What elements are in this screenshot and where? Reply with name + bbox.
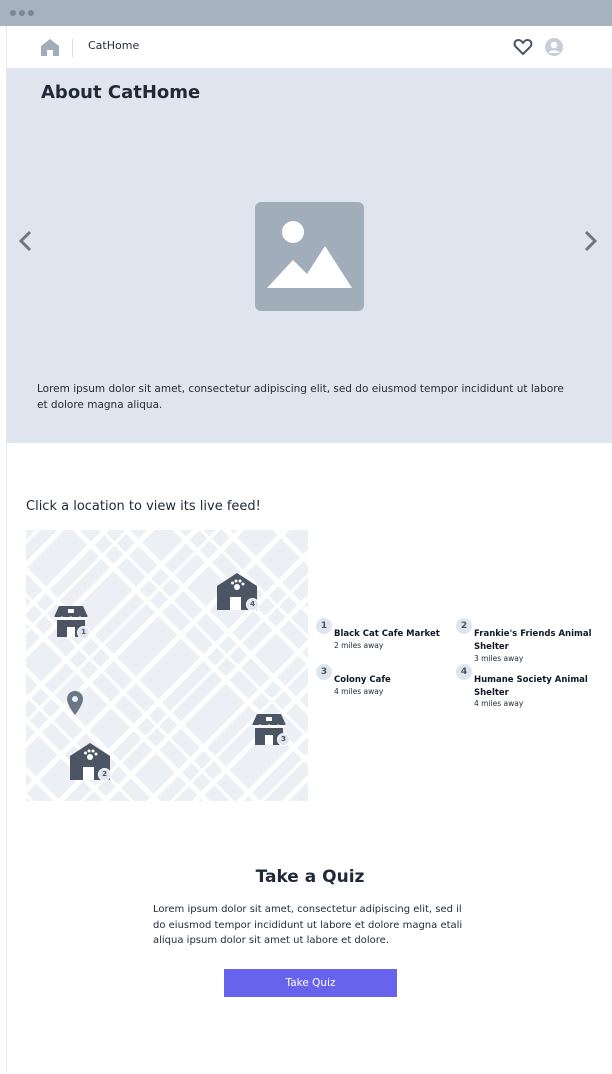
map-heading: Click a location to view its live feed!	[26, 499, 261, 514]
page: CatHome About CatHome Lorem ipsum dolor …	[6, 26, 612, 1072]
browser-window-bar	[0, 0, 612, 26]
marker-number-badge: 4	[246, 598, 259, 611]
about-description: Lorem ipsum dolor sit amet, consectetur …	[37, 383, 564, 411]
map-marker-4[interactable]: 4	[216, 571, 260, 613]
location-number: 2	[456, 618, 472, 634]
image-placeholder-icon	[255, 202, 364, 311]
marker-number-badge: 2	[98, 768, 111, 781]
location-distance: 4 miles away	[334, 687, 384, 696]
location-item[interactable]: 4 Humane Society Animal Shelter 4 miles …	[456, 664, 612, 710]
marker-number-badge: 1	[77, 626, 90, 639]
heart-icon[interactable]	[513, 37, 533, 57]
chevron-left-icon[interactable]	[17, 229, 33, 253]
window-dot[interactable]	[28, 10, 34, 16]
site-title[interactable]: CatHome	[88, 39, 139, 52]
location-item[interactable]: 3 Colony Cafe 4 miles away	[316, 664, 451, 698]
user-avatar-icon[interactable]	[544, 37, 564, 57]
location-distance: 3 miles away	[474, 654, 524, 663]
top-navbar: CatHome	[7, 26, 612, 69]
about-title: About CatHome	[41, 82, 201, 103]
about-section: About CatHome Lorem ipsum dolor sit amet…	[7, 69, 612, 443]
location-name: Humane Society Animal Shelter	[474, 675, 588, 698]
location-number: 3	[316, 664, 332, 680]
location-number: 1	[316, 618, 332, 634]
location-name: Colony Cafe	[334, 675, 391, 685]
window-dot[interactable]	[19, 10, 25, 16]
location-list: 1 Black Cat Cafe Market 2 miles away 2 F…	[316, 616, 612, 716]
quiz-title: Take a Quiz	[255, 867, 365, 887]
location-map[interactable]: 1 4 3 2	[26, 530, 308, 801]
nav-divider	[72, 39, 73, 57]
location-name: Black Cat Cafe Market	[334, 629, 440, 639]
quiz-description: Lorem ipsum dolor sit amet, consectetur …	[153, 904, 463, 946]
location-number: 4	[456, 664, 472, 680]
marker-number-badge: 3	[277, 733, 290, 746]
location-name: Frankie's Friends Animal Shelter	[474, 629, 592, 652]
home-icon[interactable]	[39, 37, 61, 57]
map-marker-3[interactable]: 3	[251, 712, 293, 748]
window-dot[interactable]	[10, 10, 16, 16]
location-item[interactable]: 2 Frankie's Friends Animal Shelter 3 mil…	[456, 618, 612, 664]
location-pin-icon[interactable]	[66, 690, 84, 716]
window-controls[interactable]	[10, 10, 34, 16]
take-quiz-button[interactable]: Take Quiz	[224, 969, 397, 997]
location-distance: 4 miles away	[474, 699, 524, 708]
location-item[interactable]: 1 Black Cat Cafe Market 2 miles away	[316, 618, 451, 652]
map-marker-1[interactable]: 1	[53, 604, 93, 640]
chevron-right-icon[interactable]	[583, 229, 599, 253]
map-marker-2[interactable]: 2	[69, 741, 113, 783]
location-distance: 2 miles away	[334, 641, 384, 650]
